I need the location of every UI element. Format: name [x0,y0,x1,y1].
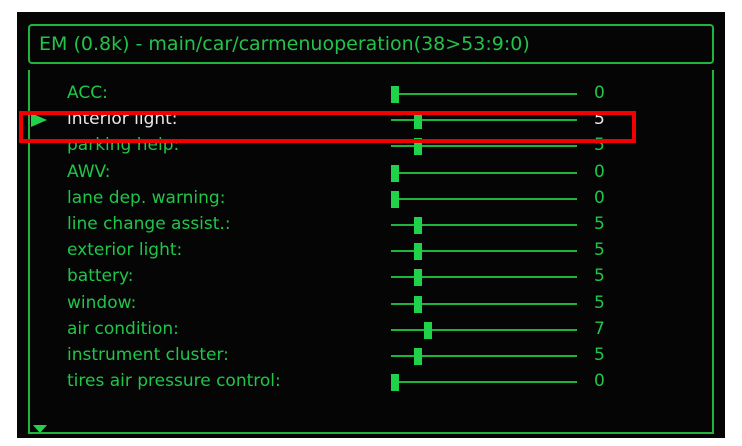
menu-item-label: line change assist.: [67,214,231,234]
menu-item-acc[interactable]: ACC: 0 [17,81,717,107]
slider-thumb[interactable] [424,321,432,339]
menu-item-label: air condition: [67,318,179,339]
menu-item-value: 5 [594,240,605,261]
menu-item-window[interactable]: window: 5 [17,291,717,317]
menu-screen: EM (0.8k) - main/car/carmenuoperation(38… [17,12,725,438]
menu-item-value: 0 [594,187,605,208]
menu-item-label: ACC: [67,83,108,103]
menu-item-label: instrument cluster: [67,345,229,365]
slider-thumb[interactable] [414,217,422,234]
slider-thumb[interactable] [414,348,422,365]
slider-thumb[interactable] [391,374,399,392]
level-slider[interactable] [391,291,577,317]
slider-track [391,381,577,384]
header-bar: EM (0.8k) - main/car/carmenuoperation(38… [28,24,714,64]
slider-thumb[interactable] [391,164,399,182]
menu-item-exterior-light[interactable]: exterior light: 5 [17,238,717,264]
slider-thumb[interactable] [414,295,422,313]
level-slider[interactable] [391,369,577,395]
level-slider[interactable] [391,212,577,238]
level-slider[interactable] [391,238,577,264]
menu-item-tires-air-pressure-control[interactable]: tires air pressure control: 0 [17,369,717,395]
menu-item-label: AWV: [67,161,111,182]
arrow-down-icon [33,425,47,433]
menu-item-value: 0 [594,161,605,182]
menu-item-value: 5 [594,292,605,313]
menu-item-battery[interactable]: battery: 5 [17,264,717,290]
level-slider[interactable] [391,317,577,343]
menu-item-label: tires air pressure control: [67,371,281,392]
menu-item-value: 5 [594,214,605,234]
menu-item-label: window: [67,292,137,313]
level-slider[interactable] [391,264,577,290]
menu-item-label: exterior light: [67,240,183,261]
slider-thumb[interactable] [391,190,399,208]
menu-item-value: 5 [594,266,605,287]
slider-thumb[interactable] [391,86,399,103]
menu-item-awv[interactable]: AWV: 0 [17,160,717,186]
level-slider[interactable] [391,343,577,369]
slider-track [391,328,577,331]
slider-track [391,171,577,174]
header-title: EM (0.8k) - main/car/carmenuoperation(38… [39,33,530,55]
slider-track [391,93,577,95]
menu-item-lane-dep-warning[interactable]: lane dep. warning: 0 [17,186,717,212]
menu-item-line-change-assist[interactable]: line change assist.: 5 [17,212,717,238]
level-slider[interactable] [391,81,577,107]
menu-item-label: lane dep. warning: [67,187,226,208]
level-slider[interactable] [391,186,577,212]
menu-item-instrument-cluster[interactable]: instrument cluster: 5 [17,343,717,369]
menu-item-value: 0 [594,83,605,103]
level-slider[interactable] [391,160,577,186]
menu-item-label: battery: [67,266,134,287]
slider-thumb[interactable] [414,243,422,261]
menu-item-value: 7 [594,318,605,339]
menu-item-air-condition[interactable]: air condition: 7 [17,317,717,343]
menu-item-value: 0 [594,371,605,392]
menu-item-value: 5 [594,345,605,365]
slider-thumb[interactable] [414,269,422,287]
selection-highlight-box [19,111,636,143]
slider-track [391,197,577,200]
